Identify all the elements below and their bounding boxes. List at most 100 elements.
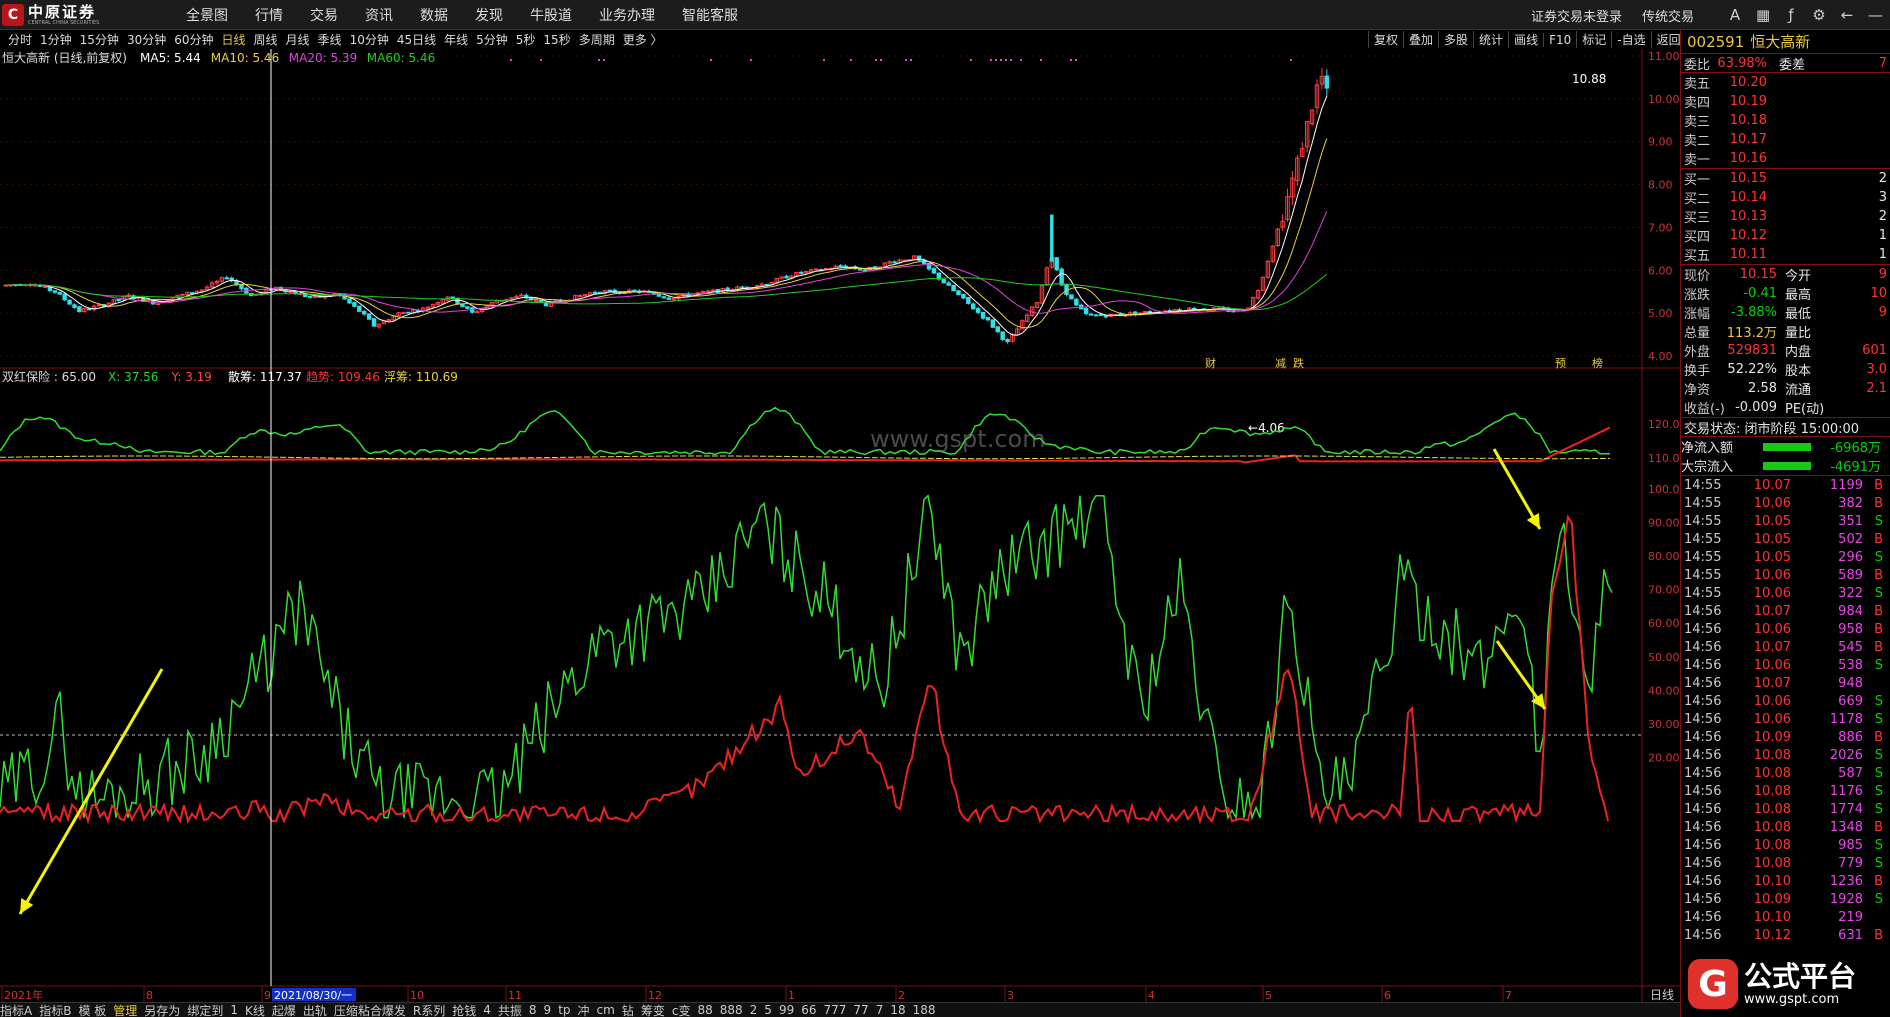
period-tab-16[interactable]: 更多 〉 bbox=[623, 31, 663, 48]
indicator-tab-7[interactable]: K线 bbox=[245, 1003, 265, 1017]
chart-tool-5[interactable]: F10 bbox=[1543, 32, 1576, 47]
indicator-tab-25[interactable]: 2 bbox=[750, 1003, 758, 1017]
classic-trade-link[interactable]: 传统交易 bbox=[1642, 6, 1694, 25]
tick-trades[interactable]: 14:55 10.07 1199 B 14:55 10.06 382 B 14:55 10.05 3… bbox=[1681, 476, 1890, 944]
ask-row-1[interactable]: 卖四 10.19 bbox=[1681, 92, 1890, 111]
back-icon[interactable]: ← bbox=[1840, 6, 1854, 24]
minimize-icon[interactable]: — bbox=[1868, 6, 1883, 24]
period-tab-5[interactable]: 日线 bbox=[222, 31, 246, 48]
period-tab-4[interactable]: 60分钟 bbox=[174, 31, 213, 48]
ask-row-0[interactable]: 卖五 10.20 bbox=[1681, 73, 1890, 92]
menu-item-5[interactable]: 发现 bbox=[475, 5, 503, 25]
trade-side: S bbox=[1874, 549, 1883, 565]
indicator-tab-17[interactable]: tp bbox=[558, 1003, 570, 1017]
bid-row-4[interactable]: 买五 10.11 1 bbox=[1681, 245, 1890, 264]
period-tab-1[interactable]: 1分钟 bbox=[40, 31, 72, 48]
candle-body bbox=[312, 295, 318, 298]
indicator-tab-28[interactable]: 66 bbox=[801, 1003, 816, 1017]
indicator-tab-14[interactable]: 共振 bbox=[498, 1003, 522, 1017]
period-tab-11[interactable]: 年线 bbox=[444, 31, 468, 48]
indicator-tab-22[interactable]: c变 bbox=[672, 1003, 691, 1017]
bid-row-3[interactable]: 买四 10.12 1 bbox=[1681, 226, 1890, 245]
indicator-tab-0[interactable]: 指标A bbox=[0, 1003, 32, 1017]
period-tab-12[interactable]: 5分钟 bbox=[476, 31, 508, 48]
indicator-tab-9[interactable]: 出轨 bbox=[303, 1003, 327, 1017]
candle-body bbox=[1069, 294, 1074, 300]
indicator-tab-1[interactable]: 指标B bbox=[39, 1003, 71, 1017]
indicator-tab-27[interactable]: 99 bbox=[779, 1003, 794, 1017]
indicator-tab-13[interactable]: 4 bbox=[483, 1003, 491, 1017]
indicator-tab-3[interactable]: 管理 bbox=[113, 1003, 137, 1017]
period-tab-7[interactable]: 月线 bbox=[286, 31, 310, 48]
indicator-tab-5[interactable]: 绑定到 bbox=[187, 1003, 223, 1017]
period-tab-10[interactable]: 45日线 bbox=[397, 31, 436, 48]
indicator-tab-18[interactable]: 冲 bbox=[578, 1003, 590, 1017]
period-tab-9[interactable]: 10分钟 bbox=[350, 31, 389, 48]
gear-icon[interactable]: ⚙ bbox=[1812, 6, 1826, 24]
chart-tool-2[interactable]: 多股 bbox=[1438, 31, 1473, 48]
ask-row-4[interactable]: 卖一 10.16 bbox=[1681, 149, 1890, 168]
ask-row-2[interactable]: 卖三 10.18 bbox=[1681, 111, 1890, 130]
font-size-icon[interactable]: A bbox=[1728, 6, 1742, 24]
indicator-tab-11[interactable]: R系列 bbox=[413, 1003, 445, 1017]
trade-time: 14:56 bbox=[1684, 675, 1722, 691]
period-tab-2[interactable]: 15分钟 bbox=[80, 31, 119, 48]
bid-row-1[interactable]: 买二 10.14 3 bbox=[1681, 188, 1890, 207]
candle-body bbox=[941, 278, 946, 284]
menu-item-6[interactable]: 牛股道 bbox=[530, 5, 572, 25]
period-tab-13[interactable]: 5秒 bbox=[516, 31, 536, 48]
chart-area[interactable]: 11.0010.009.008.007.006.005.004.00 120.0… bbox=[0, 49, 1680, 1002]
period-tab-15[interactable]: 多周期 bbox=[579, 31, 615, 48]
chart-tool-0[interactable]: 复权 bbox=[1368, 31, 1403, 48]
indicator-tab-33[interactable]: 188 bbox=[913, 1003, 936, 1017]
indicator-tab-16[interactable]: 9 bbox=[544, 1003, 552, 1017]
trade-time: 14:55 bbox=[1684, 567, 1722, 583]
menu-item-1[interactable]: 行情 bbox=[255, 5, 283, 25]
bid-row-2[interactable]: 买三 10.13 2 bbox=[1681, 207, 1890, 226]
indicator-tab-21[interactable]: 筹变 bbox=[641, 1003, 665, 1017]
indicator-tab-26[interactable]: 5 bbox=[764, 1003, 772, 1017]
trade-volume: 589 bbox=[1838, 567, 1863, 583]
formula-icon[interactable]: ƒ bbox=[1784, 6, 1798, 24]
trade-price: 10.09 bbox=[1753, 729, 1791, 745]
menu-item-8[interactable]: 智能客服 bbox=[682, 5, 738, 25]
stock-header[interactable]: 002591 恒大高新 bbox=[1681, 30, 1890, 54]
menu-item-0[interactable]: 全景图 bbox=[186, 5, 228, 25]
ask-row-3[interactable]: 卖二 10.17 bbox=[1681, 130, 1890, 149]
indicator-tab-19[interactable]: cm bbox=[597, 1003, 615, 1017]
menu-item-2[interactable]: 交易 bbox=[310, 5, 338, 25]
indicator-tab-6[interactable]: 1 bbox=[230, 1003, 238, 1017]
chart-tool-1[interactable]: 叠加 bbox=[1403, 31, 1438, 48]
indicator-tab-20[interactable]: 钻 bbox=[622, 1003, 634, 1017]
menu-item-4[interactable]: 数据 bbox=[420, 5, 448, 25]
quote-value-3: 113.2万 bbox=[1726, 326, 1777, 341]
indicator-tab-12[interactable]: 抢钱 bbox=[452, 1003, 476, 1017]
period-tab-3[interactable]: 30分钟 bbox=[127, 31, 166, 48]
indicator-tab-32[interactable]: 18 bbox=[890, 1003, 905, 1017]
login-status-link[interactable]: 证券交易未登录 bbox=[1531, 6, 1622, 25]
indicator-tab-31[interactable]: 7 bbox=[876, 1003, 884, 1017]
chart-tool-3[interactable]: 统计 bbox=[1473, 31, 1508, 48]
indicator-tab-23[interactable]: 88 bbox=[697, 1003, 712, 1017]
chart-tool-4[interactable]: 画线 bbox=[1508, 31, 1543, 48]
indicator-tab-15[interactable]: 8 bbox=[529, 1003, 537, 1017]
period-tab-8[interactable]: 季线 bbox=[318, 31, 342, 48]
grid-icon[interactable]: ▦ bbox=[1756, 6, 1770, 24]
indicator-tab-4[interactable]: 另存为 bbox=[144, 1003, 180, 1017]
period-tab-6[interactable]: 周线 bbox=[254, 31, 278, 48]
order-ratio-value: 63.98% bbox=[1717, 55, 1767, 71]
chart-tool-6[interactable]: 标记 bbox=[1576, 31, 1611, 48]
chart-tool-7[interactable]: -自选 bbox=[1611, 31, 1650, 48]
menu-item-7[interactable]: 业务办理 bbox=[599, 5, 655, 25]
period-tab-0[interactable]: 分时 bbox=[8, 31, 32, 48]
menu-item-3[interactable]: 资讯 bbox=[365, 5, 393, 25]
bid-row-0[interactable]: 买一 10.15 2 bbox=[1681, 169, 1890, 188]
indicator-tab-29[interactable]: 777 bbox=[824, 1003, 847, 1017]
indicator-tab-10[interactable]: 压缩粘合爆发 bbox=[334, 1003, 406, 1017]
period-tab-14[interactable]: 15秒 bbox=[543, 31, 570, 48]
indicator-tab-30[interactable]: 77 bbox=[853, 1003, 868, 1017]
event-marker-0: 财 bbox=[1205, 356, 1216, 370]
indicator-tab-8[interactable]: 起爆 bbox=[272, 1003, 296, 1017]
indicator-tab-24[interactable]: 888 bbox=[720, 1003, 743, 1017]
indicator-tab-2[interactable]: 模 板 bbox=[78, 1003, 106, 1017]
